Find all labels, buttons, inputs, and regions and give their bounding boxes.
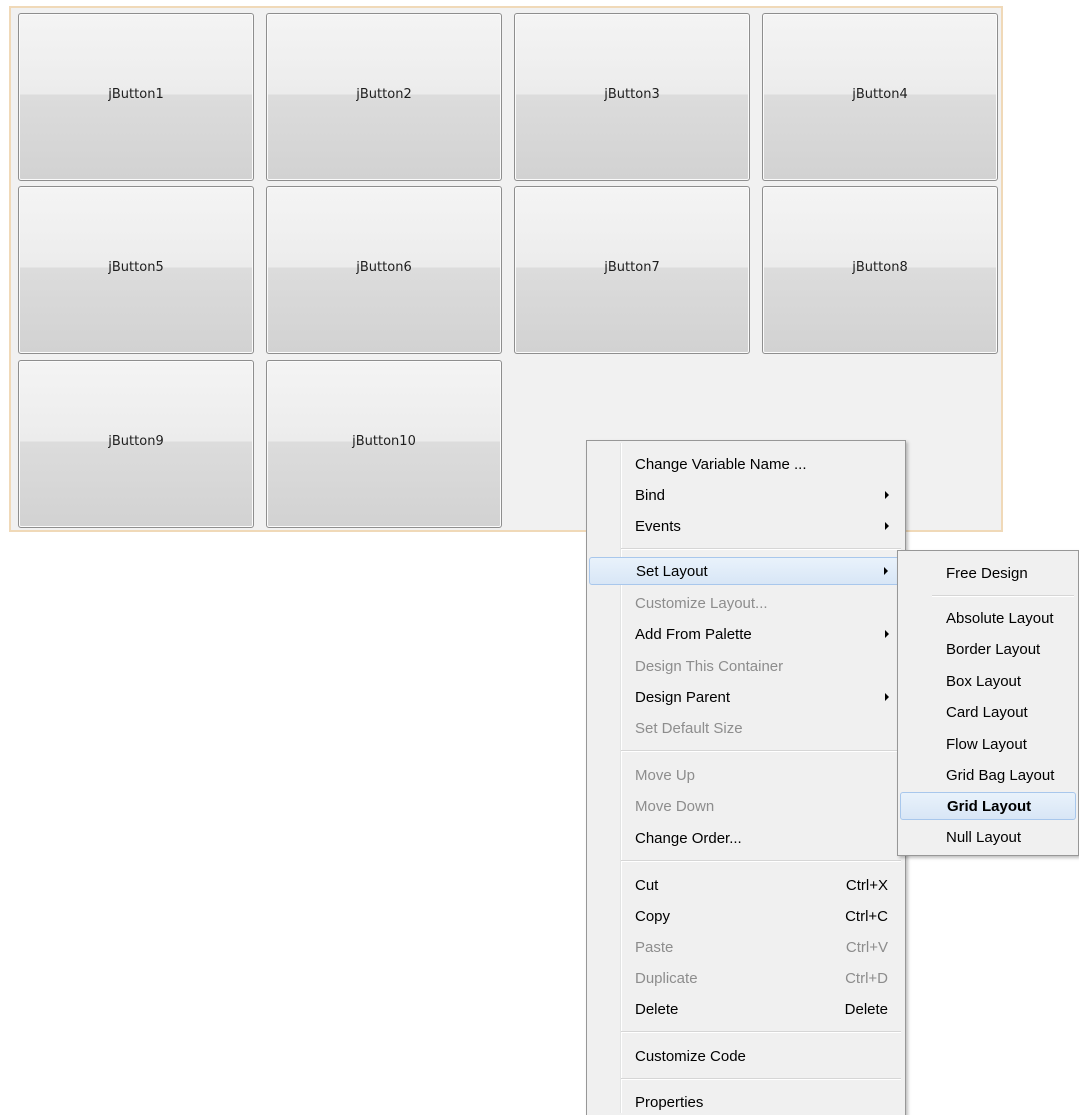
menu-item-label: Set Default Size	[635, 719, 743, 737]
jbutton-5-label: jButton5	[108, 259, 164, 275]
jbutton-2[interactable]: jButton2	[266, 13, 502, 181]
menu-item-move-up[interactable]: Move Up	[589, 761, 903, 789]
jbutton-3[interactable]: jButton3	[514, 13, 750, 181]
jbutton-6-label: jButton6	[356, 259, 412, 275]
submenu-item-label: Border Layout	[946, 640, 1041, 658]
jbutton-10[interactable]: jButton10	[266, 360, 502, 528]
menu-item-set-layout[interactable]: Set Layout	[589, 557, 903, 585]
menu-item-set-default-size[interactable]: Set Default Size	[589, 714, 903, 742]
menu-item-label: Move Up	[635, 766, 696, 784]
menu-item-label: Paste	[635, 938, 674, 956]
jbutton-1[interactable]: jButton1	[18, 13, 254, 181]
jbutton-8[interactable]: jButton8	[762, 186, 998, 354]
menu-item-cut[interactable]: Cut Ctrl+X	[589, 871, 903, 899]
menu-item-customize-layout[interactable]: Customize Layout...	[589, 589, 903, 617]
menu-item-duplicate[interactable]: Duplicate Ctrl+D	[589, 964, 903, 992]
menu-item-change-variable-name[interactable]: Change Variable Name ...	[589, 450, 903, 478]
context-menu: Change Variable Name ... Bind Events Set…	[586, 440, 906, 1115]
menu-item-shortcut: Ctrl+D	[845, 969, 888, 987]
jbutton-2-label: jButton2	[356, 86, 412, 102]
submenu-item-border-layout[interactable]: Border Layout	[900, 635, 1076, 663]
menu-item-label: Copy	[635, 907, 671, 925]
menu-item-properties[interactable]: Properties	[589, 1088, 903, 1115]
jbutton-7[interactable]: jButton7	[514, 186, 750, 354]
jbutton-3-label: jButton3	[604, 86, 660, 102]
menu-item-label: Add From Palette	[635, 625, 752, 643]
submenu-item-label: Grid Layout	[947, 797, 1032, 815]
menu-item-label: Delete	[635, 1000, 679, 1018]
menu-separator	[621, 860, 901, 862]
menu-item-copy[interactable]: Copy Ctrl+C	[589, 902, 903, 930]
submenu-item-grid-bag-layout[interactable]: Grid Bag Layout	[900, 761, 1076, 789]
menu-item-label: Properties	[635, 1093, 704, 1111]
menu-item-move-down[interactable]: Move Down	[589, 792, 903, 820]
submenu-item-label: Card Layout	[946, 703, 1028, 721]
menu-item-delete[interactable]: Delete Delete	[589, 995, 903, 1023]
submenu-item-label: Grid Bag Layout	[946, 766, 1055, 784]
menu-item-label: Change Variable Name ...	[635, 455, 807, 473]
menu-item-label: Design Parent	[635, 688, 731, 706]
menu-item-bind[interactable]: Bind	[589, 481, 903, 509]
menu-separator	[621, 1031, 901, 1033]
submenu-item-absolute-layout[interactable]: Absolute Layout	[900, 604, 1076, 632]
jbutton-10-label: jButton10	[352, 433, 416, 449]
submenu-arrow-icon	[885, 491, 889, 499]
menu-item-label: Bind	[635, 486, 666, 504]
menu-item-label: Customize Layout...	[635, 594, 768, 612]
menu-item-design-this-container[interactable]: Design This Container	[589, 652, 903, 680]
menu-separator	[621, 750, 901, 752]
menu-item-shortcut: Delete	[844, 1000, 888, 1018]
jbutton-9-label: jButton9	[108, 433, 164, 449]
submenu-item-label: Absolute Layout	[946, 609, 1054, 627]
menu-item-label: Cut	[635, 876, 659, 894]
menu-item-label: Customize Code	[635, 1047, 746, 1065]
submenu-item-label: Free Design	[946, 564, 1028, 582]
menu-separator	[621, 548, 901, 550]
submenu-arrow-icon	[885, 630, 889, 638]
menu-item-add-from-palette[interactable]: Add From Palette	[589, 620, 903, 648]
submenu-item-label: Null Layout	[946, 828, 1022, 846]
submenu-item-label: Flow Layout	[946, 735, 1027, 753]
menu-item-events[interactable]: Events	[589, 512, 903, 540]
jbutton-7-label: jButton7	[604, 259, 660, 275]
jbutton-8-label: jButton8	[852, 259, 908, 275]
menu-item-design-parent[interactable]: Design Parent	[589, 683, 903, 711]
submenu-item-flow-layout[interactable]: Flow Layout	[900, 730, 1076, 758]
submenu-item-null-layout[interactable]: Null Layout	[900, 823, 1076, 851]
menu-item-shortcut: Ctrl+C	[845, 907, 888, 925]
menu-separator	[932, 595, 1074, 597]
jbutton-6[interactable]: jButton6	[266, 186, 502, 354]
menu-item-shortcut: Ctrl+X	[845, 876, 888, 894]
menu-item-paste[interactable]: Paste Ctrl+V	[589, 933, 903, 961]
jbutton-4[interactable]: jButton4	[762, 13, 998, 181]
menu-item-label: Events	[635, 517, 681, 535]
menu-item-customize-code[interactable]: Customize Code	[589, 1042, 903, 1070]
submenu-arrow-icon	[885, 522, 889, 530]
menu-item-label: Move Down	[635, 797, 715, 815]
layout-submenu: Free Design Absolute Layout Border Layou…	[897, 550, 1079, 856]
submenu-item-label: Box Layout	[946, 672, 1022, 690]
menu-item-change-order[interactable]: Change Order...	[589, 824, 903, 852]
menu-item-label: Duplicate	[635, 969, 698, 987]
menu-item-label: Change Order...	[635, 829, 742, 847]
menu-separator	[621, 1078, 901, 1080]
submenu-arrow-icon	[885, 693, 889, 701]
submenu-item-card-layout[interactable]: Card Layout	[900, 698, 1076, 726]
menu-item-label: Design This Container	[635, 657, 784, 675]
submenu-item-free-design[interactable]: Free Design	[900, 559, 1076, 587]
submenu-item-grid-layout[interactable]: Grid Layout	[900, 792, 1076, 820]
jbutton-1-label: jButton1	[108, 86, 164, 102]
jbutton-4-label: jButton4	[852, 86, 908, 102]
designer-canvas: jButton1 jButton2 jButton3 jButton4 jBut…	[0, 0, 1079, 1115]
jbutton-9[interactable]: jButton9	[18, 360, 254, 528]
jbutton-5[interactable]: jButton5	[18, 186, 254, 354]
menu-item-shortcut: Ctrl+V	[845, 938, 888, 956]
submenu-arrow-icon	[884, 567, 888, 575]
menu-item-label: Set Layout	[636, 562, 708, 580]
submenu-item-box-layout[interactable]: Box Layout	[900, 667, 1076, 695]
